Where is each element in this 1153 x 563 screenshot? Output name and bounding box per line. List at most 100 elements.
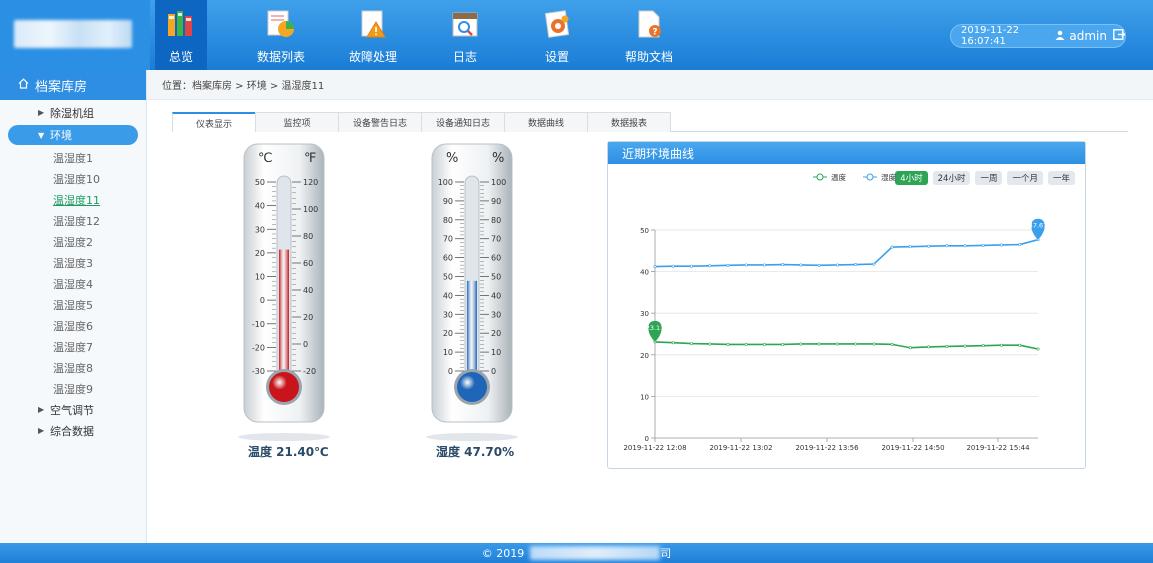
gauge-tick-label: 70 [491,235,501,244]
svg-text:?: ? [652,28,657,38]
nav-fault-handling[interactable]: 故障处理 [327,0,419,70]
footer: © 2019 司 [0,543,1153,563]
tree-item[interactable]: 温湿度10 [0,168,146,189]
chevron-right-icon: ▶ [38,426,45,435]
tree-item[interactable]: 温湿度5 [0,294,146,315]
gauge-tick-label: 20 [303,313,313,322]
gauge-shadow [238,433,330,441]
tab-warning-log[interactable]: 设备警告日志 [338,112,422,132]
series-point [1036,347,1040,351]
series-point [927,244,931,248]
tab-data-curve[interactable]: 数据曲线 [504,112,588,132]
username[interactable]: admin [1069,29,1107,43]
series-point [872,342,876,346]
series-point [963,244,967,248]
tree-item[interactable]: 温湿度7 [0,336,146,357]
gauge-bulb [269,372,299,402]
gauge-tick-label: 40 [255,202,265,211]
tree-item[interactable]: 温湿度9 [0,378,146,399]
chevron-right-icon: ▶ [38,108,45,117]
sidebar-header[interactable]: 档案库房 [0,70,146,100]
humidity-end-pin: 47.67 [1029,218,1048,240]
gear-icon [544,10,570,38]
company-name-blurred [530,546,661,560]
user-icon [1055,30,1065,43]
x-tick-label: 2019-11-22 13:56 [795,444,859,452]
gauge-tick-label: 30 [491,310,501,319]
gauge-tick-label: 100 [491,178,506,187]
tree-item[interactable]: 温湿度2 [0,231,146,252]
temperature-gauge: ℃ ℉50403020100-10-20-30120100806040200-20 [238,143,330,441]
gauge-tick-label: -10 [252,320,265,329]
tree-item-selected[interactable]: 温湿度11 [0,189,146,210]
series-point [835,342,839,346]
logo-area [0,0,150,70]
calendar-search-icon [452,12,478,37]
nav-label: 帮助文档 [624,50,673,64]
gauge-tick-label: 0 [260,296,265,305]
gauge-tick-label: 20 [491,329,501,338]
series-point [817,342,821,346]
top-header: 总览 数据列表 故障处理 日志 设置 ? 帮助文档 2019-11-22 16:… [0,0,1153,70]
series-point [927,345,931,349]
tab-notice-log[interactable]: 设备通知日志 [421,112,505,132]
help-document-icon: ? [638,10,661,38]
tab-monitor-items[interactable]: 监控项 [255,112,339,132]
gauge-tick-label: 10 [491,348,501,357]
tree-item[interactable]: 温湿度12 [0,210,146,231]
gauge-tick-label: 40 [443,291,453,300]
tab-data-report[interactable]: 数据报表 [587,112,671,132]
chevron-down-icon: ▼ [38,130,45,140]
gauge-tick-label: -20 [252,343,265,352]
series-point [653,265,657,269]
user-info: 2019-11-22 16:07:41 admin [950,24,1126,48]
gauge-tick-label: 0 [448,367,453,376]
nav-label: 日志 [452,50,477,64]
gauge-tick-label: -20 [303,367,316,376]
series-point [744,263,748,267]
nav-label: 设置 [544,50,569,64]
gauge-tick-label: 0 [491,367,496,376]
series-point [762,342,766,346]
chevron-right-icon: ▶ [38,405,45,414]
gauge-tick-label: 30 [255,225,265,234]
nav-settings[interactable]: 设置 [511,0,603,70]
series-point [854,342,858,346]
tree-item[interactable]: 温湿度3 [0,252,146,273]
gauge-bulb [457,372,487,402]
main-nav: 总览 数据列表 故障处理 日志 设置 ? 帮助文档 [155,0,695,70]
series-point [708,342,712,346]
gauge-shadow [426,433,518,441]
gauge-tick-label: 30 [443,310,453,319]
gauge-fluid [279,249,289,390]
nav-overview[interactable]: 总览 [155,0,207,70]
tree-group-dehumidifier[interactable]: ▶ 除湿机组 [0,102,146,123]
series-point [908,346,912,350]
nav-help-docs[interactable]: ? 帮助文档 [603,0,695,70]
tree-item[interactable]: 温湿度1 [0,147,146,168]
tree-item[interactable]: 温湿度4 [0,273,146,294]
warning-icon [361,10,386,38]
home-icon [18,78,29,92]
logout-icon[interactable] [1113,29,1126,43]
nav-data-list[interactable]: 数据列表 [235,0,327,70]
x-tick-label: 2019-11-22 13:02 [709,444,772,452]
gauge-tick-label: 90 [443,197,453,206]
tree-group-comprehensive-data[interactable]: ▶ 综合数据 [0,420,146,441]
tree-group-air-conditioning[interactable]: ▶ 空气调节 [0,399,146,420]
nav-log[interactable]: 日志 [419,0,511,70]
y-tick-label: 10 [640,393,649,401]
series-point [708,264,712,268]
pin-label: 47.67 [1029,222,1048,230]
breadcrumb-text: 位置：档案库房 > 环境 > 温湿度11 [162,81,325,92]
series-point [671,341,675,345]
tree-item[interactable]: 温湿度6 [0,315,146,336]
tree-group-environment[interactable]: ▼ 环境 [8,125,138,145]
series-point [945,244,949,248]
tree-item[interactable]: 温湿度8 [0,357,146,378]
tab-gauge-display[interactable]: 仪表显示 [172,112,256,132]
series-point [1018,343,1022,347]
gauge-unit-right: ℉ [304,151,316,166]
gauge-tick-label: 70 [443,235,453,244]
breadcrumb: 位置：档案库房 > 环境 > 温湿度11 [147,70,1153,100]
